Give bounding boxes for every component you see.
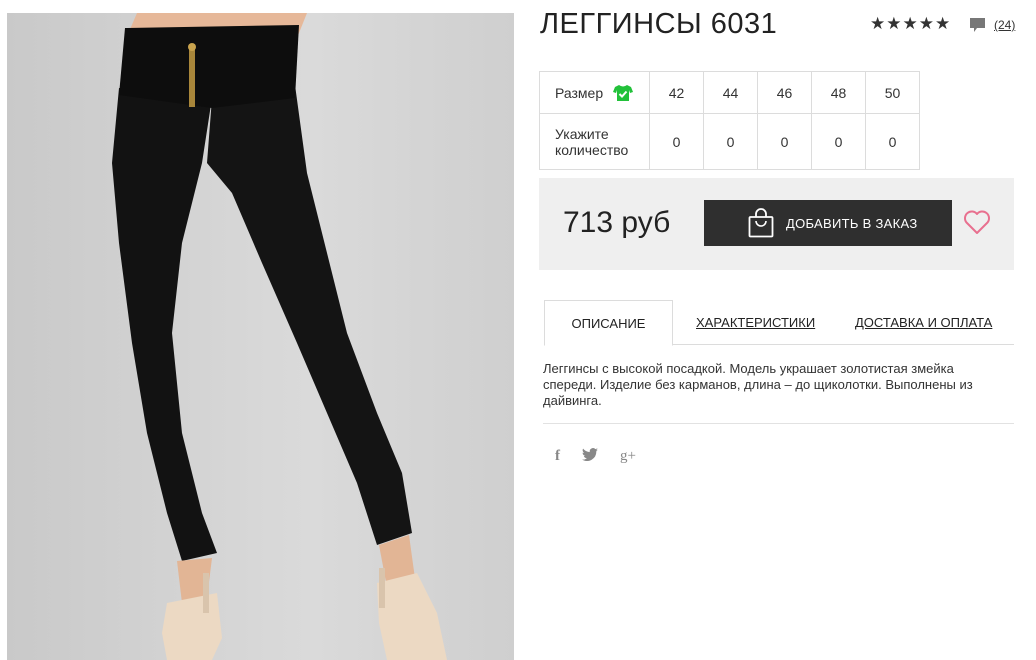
add-to-order-button[interactable]: ДОБАВИТЬ В ЗАКАЗ [704,200,952,246]
size-option[interactable]: 46 [757,71,812,114]
shopping-bag-icon [748,208,774,238]
leggings-illustration [112,13,447,660]
star-icon: ★ [870,14,886,33]
quantity-input[interactable]: 0 [757,113,812,170]
size-option[interactable]: 42 [649,71,704,114]
star-icon: ★ [902,14,918,33]
product-photo[interactable] [7,13,514,660]
tab-delivery[interactable]: ДОСТАВКА И ОПЛАТА [855,300,992,345]
quantity-label-cell: Укажите количество [539,113,650,170]
product-tabs: ОПИСАНИЕ ХАРАКТЕРИСТИКИ ДОСТАВКА И ОПЛАТ… [544,300,1014,346]
heart-icon[interactable] [963,209,991,235]
google-plus-icon[interactable]: g+ [620,448,636,465]
tshirt-check-icon[interactable] [613,84,634,102]
product-description: Леггинсы с высокой посадкой. Модель укра… [543,361,973,408]
rating-stars[interactable]: ★ ★ ★ ★ ★ [870,14,950,34]
star-icon: ★ [886,14,902,33]
quantity-input[interactable]: 0 [865,113,920,170]
price-box: 713 руб ДОБАВИТЬ В ЗАКАЗ [539,178,1014,270]
star-icon: ★ [918,14,934,33]
size-table: Размер 42 44 46 48 50 Укажите количество… [539,71,920,170]
size-label-cell: Размер [539,71,650,114]
quantity-input[interactable]: 0 [649,113,704,170]
product-title: ЛЕГГИНСЫ 6031 [540,8,778,40]
tab-characteristics[interactable]: ХАРАКТЕРИСТИКИ [696,300,815,345]
quantity-input[interactable]: 0 [703,113,758,170]
price: 713 руб [563,206,671,239]
social-share: f g+ [555,448,636,465]
add-to-order-label: ДОБАВИТЬ В ЗАКАЗ [786,215,918,231]
tab-description[interactable]: ОПИСАНИЕ [544,300,673,346]
size-option[interactable]: 44 [703,71,758,114]
quantity-input[interactable]: 0 [811,113,866,170]
twitter-icon[interactable] [582,448,598,465]
star-icon: ★ [935,14,951,33]
divider [543,423,1014,424]
quantity-label: Укажите количество [555,125,629,158]
comment-icon[interactable] [969,17,986,33]
size-option[interactable]: 50 [865,71,920,114]
facebook-icon[interactable]: f [555,448,560,465]
reviews-count-link[interactable]: (24) [994,18,1015,32]
size-label: Размер [555,84,604,101]
size-option[interactable]: 48 [811,71,866,114]
